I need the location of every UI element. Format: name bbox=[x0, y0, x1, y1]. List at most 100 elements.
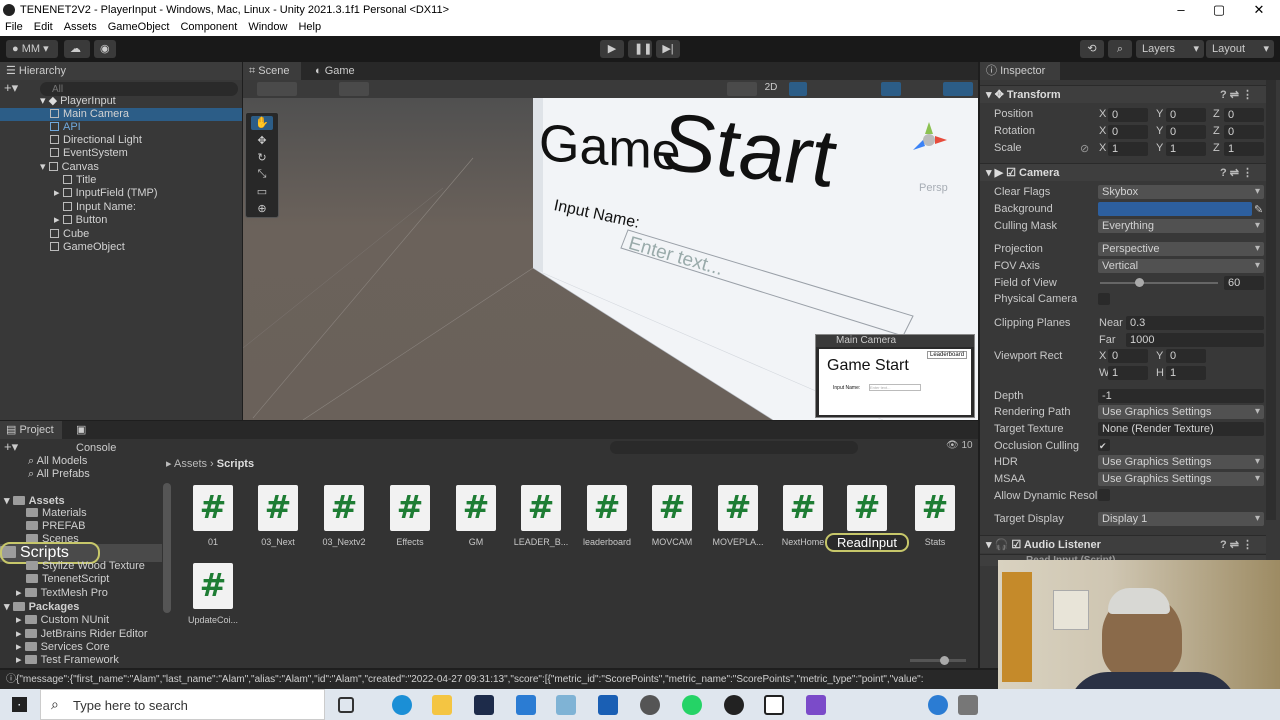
rendering-path-dropdown[interactable]: Use Graphics Settings bbox=[1098, 405, 1264, 419]
hidden-toggle-icon[interactable] bbox=[881, 82, 901, 96]
layout-dropdown[interactable]: Layout ▾ bbox=[1206, 40, 1274, 58]
hierarchy-item-input-name[interactable]: Input Name: bbox=[0, 201, 242, 214]
scene-viewport[interactable]: Game Start Input Name: Enter text... Per… bbox=[243, 98, 978, 420]
hierarchy-item-directional-light[interactable]: Directional Light bbox=[0, 134, 242, 147]
hand-tool-icon[interactable]: ✋ bbox=[251, 116, 273, 130]
terminal-icon[interactable] bbox=[474, 695, 494, 715]
tree-custom-nunit[interactable]: ▸ Custom NUnit bbox=[16, 613, 109, 626]
gizmos-icon[interactable] bbox=[943, 82, 973, 96]
position-y[interactable]: 0 bbox=[1166, 108, 1206, 122]
rotate-tool-icon[interactable]: ↻ bbox=[251, 151, 273, 165]
script-asset[interactable]: #03_Next bbox=[245, 485, 311, 547]
tab-game[interactable]: ◐ Game bbox=[309, 62, 367, 80]
link-icon[interactable]: ⊘ bbox=[1080, 142, 1089, 155]
project-search-input[interactable] bbox=[610, 441, 858, 454]
tree-prefab[interactable]: PREFAB bbox=[26, 520, 85, 532]
script-asset[interactable]: # MOVEPLA... bbox=[705, 485, 771, 547]
script-asset[interactable]: # UpdateCoi... bbox=[180, 563, 246, 625]
camera-header[interactable]: ▾ ▶ ☑ Camera? ⇌ ⋮ bbox=[980, 163, 1266, 181]
tree-scrollbar[interactable] bbox=[163, 483, 171, 613]
fov-slider-thumb[interactable] bbox=[1134, 278, 1144, 287]
shading-mode-icon[interactable] bbox=[727, 82, 757, 96]
script-asset[interactable]: # MOVCAM bbox=[639, 485, 705, 547]
pause-button[interactable]: ❚❚ bbox=[628, 40, 652, 58]
edge-icon[interactable] bbox=[392, 695, 412, 715]
mail-icon[interactable] bbox=[516, 695, 536, 715]
scene-orientation-gizmo[interactable] bbox=[909, 120, 949, 160]
culling-mask-dropdown[interactable]: Everything bbox=[1098, 219, 1264, 233]
script-asset[interactable]: # GM bbox=[443, 485, 509, 547]
tree-materials[interactable]: Materials bbox=[26, 507, 87, 519]
tray-icon[interactable] bbox=[958, 695, 978, 715]
scale-z[interactable]: 1 bbox=[1224, 142, 1264, 156]
target-display-dropdown[interactable]: Display 1 bbox=[1098, 512, 1264, 526]
file-explorer-icon[interactable] bbox=[432, 695, 452, 715]
minimize-icon[interactable]: – bbox=[1170, 2, 1192, 17]
viewport-h[interactable]: 1 bbox=[1166, 366, 1206, 380]
play-button[interactable]: ▶ bbox=[600, 40, 624, 58]
viewport-x[interactable]: 0 bbox=[1108, 349, 1148, 363]
favorite-all-prefabs[interactable]: ⌕ All Prefabs bbox=[28, 468, 90, 481]
occlusion-culling-checkbox[interactable]: ✔ bbox=[1098, 439, 1110, 451]
help-icon[interactable] bbox=[928, 695, 948, 715]
position-x[interactable]: 0 bbox=[1108, 108, 1148, 122]
component-menu-icon[interactable]: ? ⇌ ⋮ bbox=[1220, 164, 1253, 182]
menu-assets[interactable]: Assets bbox=[59, 20, 103, 33]
breadcrumb-scripts[interactable]: Scripts bbox=[217, 458, 254, 470]
hierarchy-item-title[interactable]: Title bbox=[0, 174, 242, 187]
unity-hub-icon[interactable] bbox=[764, 695, 784, 715]
msaa-dropdown[interactable]: Use Graphics Settings bbox=[1098, 472, 1264, 486]
whatsapp-icon[interactable] bbox=[682, 695, 702, 715]
task-view-icon[interactable] bbox=[338, 697, 354, 713]
icon-size-slider[interactable] bbox=[910, 656, 966, 665]
tree-packages[interactable]: ▾ Packages bbox=[4, 600, 79, 613]
script-asset[interactable]: # Effects bbox=[377, 485, 443, 547]
far-field[interactable]: 1000 bbox=[1126, 333, 1264, 347]
depth-field[interactable]: -1 bbox=[1098, 389, 1264, 403]
clear-flags-dropdown[interactable]: Skybox bbox=[1098, 185, 1264, 199]
hierarchy-item-cube[interactable]: Cube bbox=[0, 228, 242, 241]
target-texture-field[interactable]: None (Render Texture) bbox=[1098, 422, 1264, 436]
menu-edit[interactable]: Edit bbox=[29, 20, 59, 33]
hierarchy-item-main-camera[interactable]: Main Camera bbox=[0, 108, 242, 121]
hierarchy-item-inputfield[interactable]: ▸ InputField (TMP) bbox=[0, 187, 242, 200]
rotation-z[interactable]: 0 bbox=[1224, 125, 1264, 139]
tab-project[interactable]: ▤ Project bbox=[0, 421, 62, 439]
tab-scene[interactable]: ⌗ Scene bbox=[243, 62, 301, 80]
grid-snap-icon[interactable] bbox=[339, 82, 369, 96]
hierarchy-item-canvas[interactable]: ▾ Canvas bbox=[0, 161, 242, 174]
tree-textmesh-pro[interactable]: ▸ TextMesh Pro bbox=[16, 586, 108, 599]
viewport-y[interactable]: 0 bbox=[1166, 349, 1206, 363]
step-button[interactable]: ▶| bbox=[656, 40, 680, 58]
projection-dropdown[interactable]: Perspective bbox=[1098, 242, 1264, 256]
allow-dynamic-checkbox[interactable] bbox=[1098, 489, 1110, 501]
visual-studio-icon[interactable] bbox=[806, 695, 826, 715]
script-asset[interactable]: # Stats bbox=[902, 485, 968, 547]
script-asset[interactable]: #01 bbox=[180, 485, 246, 547]
menu-file[interactable]: File bbox=[0, 20, 29, 33]
collab-icon[interactable]: ◉ bbox=[94, 40, 116, 58]
script-asset-readinput[interactable]: # ReadInput bbox=[822, 485, 912, 552]
status-bar[interactable]: ⓘ{"message":{"first_name":"Alam","last_n… bbox=[0, 670, 998, 689]
scene-root-playerinput[interactable]: ▾ ◆ PlayerInput bbox=[0, 95, 242, 108]
hierarchy-item-api[interactable]: API bbox=[0, 121, 242, 134]
maximize-icon[interactable]: ▢ bbox=[1208, 2, 1230, 18]
tree-jetbrains[interactable]: ▸ JetBrains Rider Editor bbox=[16, 627, 148, 640]
component-menu-icon[interactable]: ? ⇌ ⋮ bbox=[1220, 536, 1253, 554]
viewport-w[interactable]: 1 bbox=[1108, 366, 1148, 380]
position-z[interactable]: 0 bbox=[1224, 108, 1264, 122]
scale-x[interactable]: 1 bbox=[1108, 142, 1148, 156]
cloud-icon[interactable]: ☁ bbox=[64, 40, 90, 58]
tree-services-core[interactable]: ▸ Services Core bbox=[16, 640, 110, 653]
slider-thumb[interactable] bbox=[940, 656, 949, 665]
2d-toggle[interactable]: 2D bbox=[761, 82, 781, 96]
gizmo-pivot-icon[interactable] bbox=[257, 82, 297, 96]
menu-component[interactable]: Component bbox=[175, 20, 243, 33]
hierarchy-item-gameobject[interactable]: GameObject bbox=[0, 241, 242, 254]
windows-start-icon[interactable] bbox=[12, 697, 27, 712]
transform-tool-icon[interactable]: ⊕ bbox=[251, 202, 273, 216]
rect-tool-icon[interactable]: ▭ bbox=[251, 185, 273, 199]
menu-gameobject[interactable]: GameObject bbox=[103, 20, 176, 33]
inspector-scrollbar[interactable] bbox=[1266, 80, 1276, 520]
tree-tenenetscript[interactable]: TenenetScript bbox=[26, 573, 109, 585]
